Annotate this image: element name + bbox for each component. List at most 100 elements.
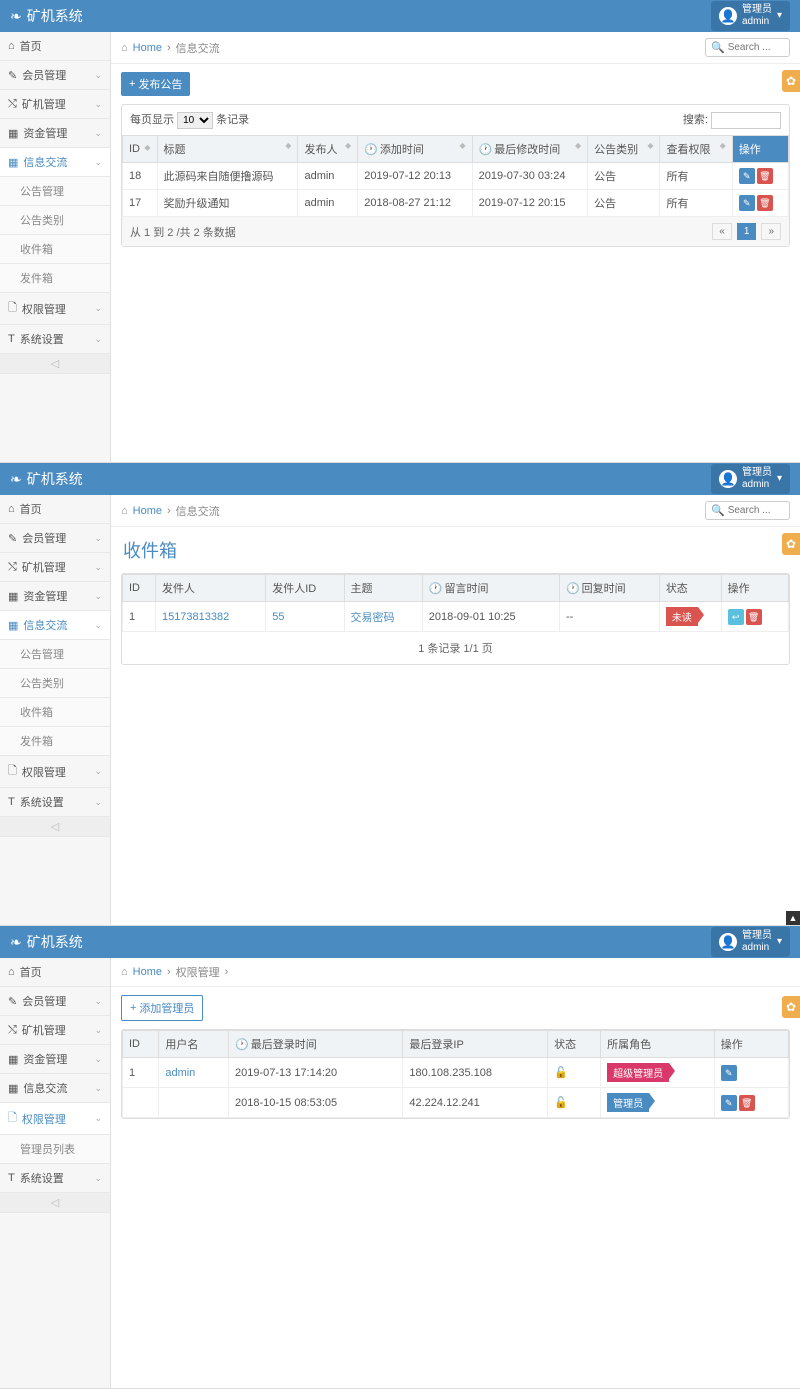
add-admin-button[interactable]: +添加管理员 — [121, 995, 203, 1021]
shuffle-icon: ⤭ — [8, 1024, 17, 1037]
crumb-home[interactable]: Home — [133, 505, 162, 517]
scroll-top[interactable]: ▲ — [786, 911, 800, 925]
nav-sub-admins[interactable]: 管理员列表 — [0, 1135, 110, 1164]
settings-gear[interactable]: ✿ — [782, 996, 800, 1018]
crumb-home[interactable]: Home — [133, 42, 162, 54]
cell-modtime: 2019-07-12 20:15 — [472, 190, 588, 217]
table-container: ID 用户名 🕐最后登录时间 最后登录IP 状态 所属角色 操作 1 admin… — [121, 1029, 790, 1119]
user-menu[interactable]: 👤 管理员admin ▾ — [711, 927, 790, 957]
nav-miners[interactable]: ⤭矿机管理⌄ — [0, 90, 110, 119]
panel-inbox: ❧矿机系统 👤 管理员admin ▾ ⌂首页 ✎会员管理⌄ ⤭矿机管理⌄ ▦资金… — [0, 463, 800, 926]
sidebar-collapse[interactable]: ◁ — [0, 1193, 110, 1213]
col-addtime[interactable]: 🕐添加时间◆ — [358, 136, 472, 163]
cell-id: 17 — [123, 190, 158, 217]
admins-table: ID 用户名 🕐最后登录时间 最后登录IP 状态 所属角色 操作 1 admin… — [122, 1030, 789, 1118]
page-next[interactable]: » — [761, 223, 781, 240]
nav-info[interactable]: ▦信息交流⌄ — [0, 1074, 110, 1103]
nav-sub-outbox[interactable]: 发件箱 — [0, 264, 110, 293]
chevron-down-icon: ⌄ — [94, 334, 102, 345]
nav-members[interactable]: ✎会员管理⌄ — [0, 524, 110, 553]
cell-time: 2019-07-13 17:14:20 — [229, 1058, 403, 1088]
nav-funds[interactable]: ▦资金管理⌄ — [0, 1045, 110, 1074]
panel-announcements: ❧矿机系统 👤 管理员admin ▾ ⌂首页 ✎会员管理⌄ ⤭矿机管理⌄ ▦资金… — [0, 0, 800, 463]
shuffle-icon: ⤭ — [8, 98, 17, 111]
nav-home[interactable]: ⌂首页 — [0, 495, 110, 524]
settings-gear[interactable]: ✿ — [782, 533, 800, 555]
nav-permissions[interactable]: 🗋权限管理⌄ — [0, 293, 110, 325]
nav-funds[interactable]: ▦资金管理⌄ — [0, 582, 110, 611]
delete-button[interactable]: 🗑 — [739, 1095, 755, 1111]
nav-permissions[interactable]: 🗋权限管理⌄ — [0, 1103, 110, 1135]
brand-text: 矿机系统 — [27, 932, 83, 952]
nav-sub-inbox[interactable]: 收件箱 — [0, 698, 110, 727]
nav-home[interactable]: ⌂首页 — [0, 958, 110, 987]
username-link[interactable]: admin — [165, 1067, 195, 1079]
nav-funds[interactable]: ▦资金管理⌄ — [0, 119, 110, 148]
cell-id: 1 — [123, 602, 156, 632]
nav-settings[interactable]: T系统设置⌄ — [0, 1164, 110, 1193]
search-input[interactable] — [728, 42, 788, 53]
user-icon: 👤 — [719, 933, 737, 951]
search-box[interactable]: 🔍 — [705, 501, 790, 520]
crumb-home[interactable]: Home — [133, 966, 162, 978]
table-search-input[interactable] — [711, 112, 781, 129]
table-container: 每页显示 10 条记录 搜索: ID◆ 标题◆ 发布人◆ 🕐添加时间◆ 🕐最后修… — [121, 104, 790, 247]
nav-sub-categories[interactable]: 公告类别 — [0, 669, 110, 698]
delete-button[interactable]: 🗑 — [757, 195, 773, 211]
nav-sub-inbox[interactable]: 收件箱 — [0, 235, 110, 264]
calendar-icon: ▦ — [8, 619, 18, 632]
col-category[interactable]: 公告类别◆ — [588, 136, 660, 163]
sidebar-collapse[interactable]: ◁ — [0, 817, 110, 837]
sender-id-link[interactable]: 55 — [272, 611, 284, 623]
nav-sub-outbox[interactable]: 发件箱 — [0, 727, 110, 756]
nav-permissions[interactable]: 🗋权限管理⌄ — [0, 756, 110, 788]
sidebar-collapse[interactable]: ◁ — [0, 354, 110, 374]
breadcrumb-row: ⌂ Home› 信息交流 🔍 — [111, 32, 800, 64]
nav-settings[interactable]: T系统设置⌄ — [0, 325, 110, 354]
col-id[interactable]: ID◆ — [123, 136, 158, 163]
edit-button[interactable]: ✎ — [739, 168, 755, 184]
edit-button[interactable]: ✎ — [721, 1095, 737, 1111]
nav-info[interactable]: ▦信息交流⌄ — [0, 611, 110, 640]
edit-button[interactable]: ✎ — [721, 1065, 737, 1081]
col-author[interactable]: 发布人◆ — [298, 136, 358, 163]
nav-info[interactable]: ▦信息交流⌄ — [0, 148, 110, 177]
page-current[interactable]: 1 — [737, 223, 757, 240]
nav-sub-categories[interactable]: 公告类别 — [0, 206, 110, 235]
chevron-down-icon: ⌄ — [94, 303, 102, 314]
col-title[interactable]: 标题◆ — [157, 136, 298, 163]
edit-button[interactable]: ✎ — [739, 195, 755, 211]
cell-replytime: -- — [559, 602, 659, 632]
nav-label: 信息交流 — [23, 154, 67, 170]
nav-members[interactable]: ✎会员管理⌄ — [0, 987, 110, 1016]
chevron-down-icon: ⌄ — [94, 562, 102, 573]
nav-members[interactable]: ✎会员管理⌄ — [0, 61, 110, 90]
nav-sub-announcements[interactable]: 公告管理 — [0, 177, 110, 206]
nav-miners[interactable]: ⤭矿机管理⌄ — [0, 553, 110, 582]
col-permission[interactable]: 查看权限◆ — [660, 136, 732, 163]
reply-button[interactable]: ↩ — [728, 609, 744, 625]
delete-button[interactable]: 🗑 — [746, 609, 762, 625]
sender-link[interactable]: 15173813382 — [162, 611, 229, 623]
col-modtime[interactable]: 🕐最后修改时间◆ — [472, 136, 588, 163]
perpage-select[interactable]: 10 — [177, 112, 213, 129]
col-actions: 操作 — [732, 136, 788, 163]
search-input[interactable] — [728, 505, 788, 516]
subject-link[interactable]: 交易密码 — [351, 612, 395, 624]
col-actions: 操作 — [721, 575, 788, 602]
nav-miners[interactable]: ⤭矿机管理⌄ — [0, 1016, 110, 1045]
publish-button[interactable]: +发布公告 — [121, 72, 190, 96]
page-prev[interactable]: « — [712, 223, 732, 240]
delete-button[interactable]: 🗑 — [757, 168, 773, 184]
settings-gear[interactable]: ✿ — [782, 70, 800, 92]
user-menu[interactable]: 👤 管理员admin ▾ — [711, 1, 790, 31]
nav-settings[interactable]: T系统设置⌄ — [0, 788, 110, 817]
user-menu[interactable]: 👤 管理员admin ▾ — [711, 464, 790, 494]
breadcrumb: ⌂ Home› 权限管理› — [121, 964, 228, 980]
clock-icon: 🕐 — [235, 1039, 249, 1051]
search-box[interactable]: 🔍 — [705, 38, 790, 57]
cell-username — [159, 1088, 229, 1118]
nav-sub-announcements[interactable]: 公告管理 — [0, 640, 110, 669]
col-lastlogin-time: 🕐最后登录时间 — [229, 1031, 403, 1058]
nav-home[interactable]: ⌂首页 — [0, 32, 110, 61]
